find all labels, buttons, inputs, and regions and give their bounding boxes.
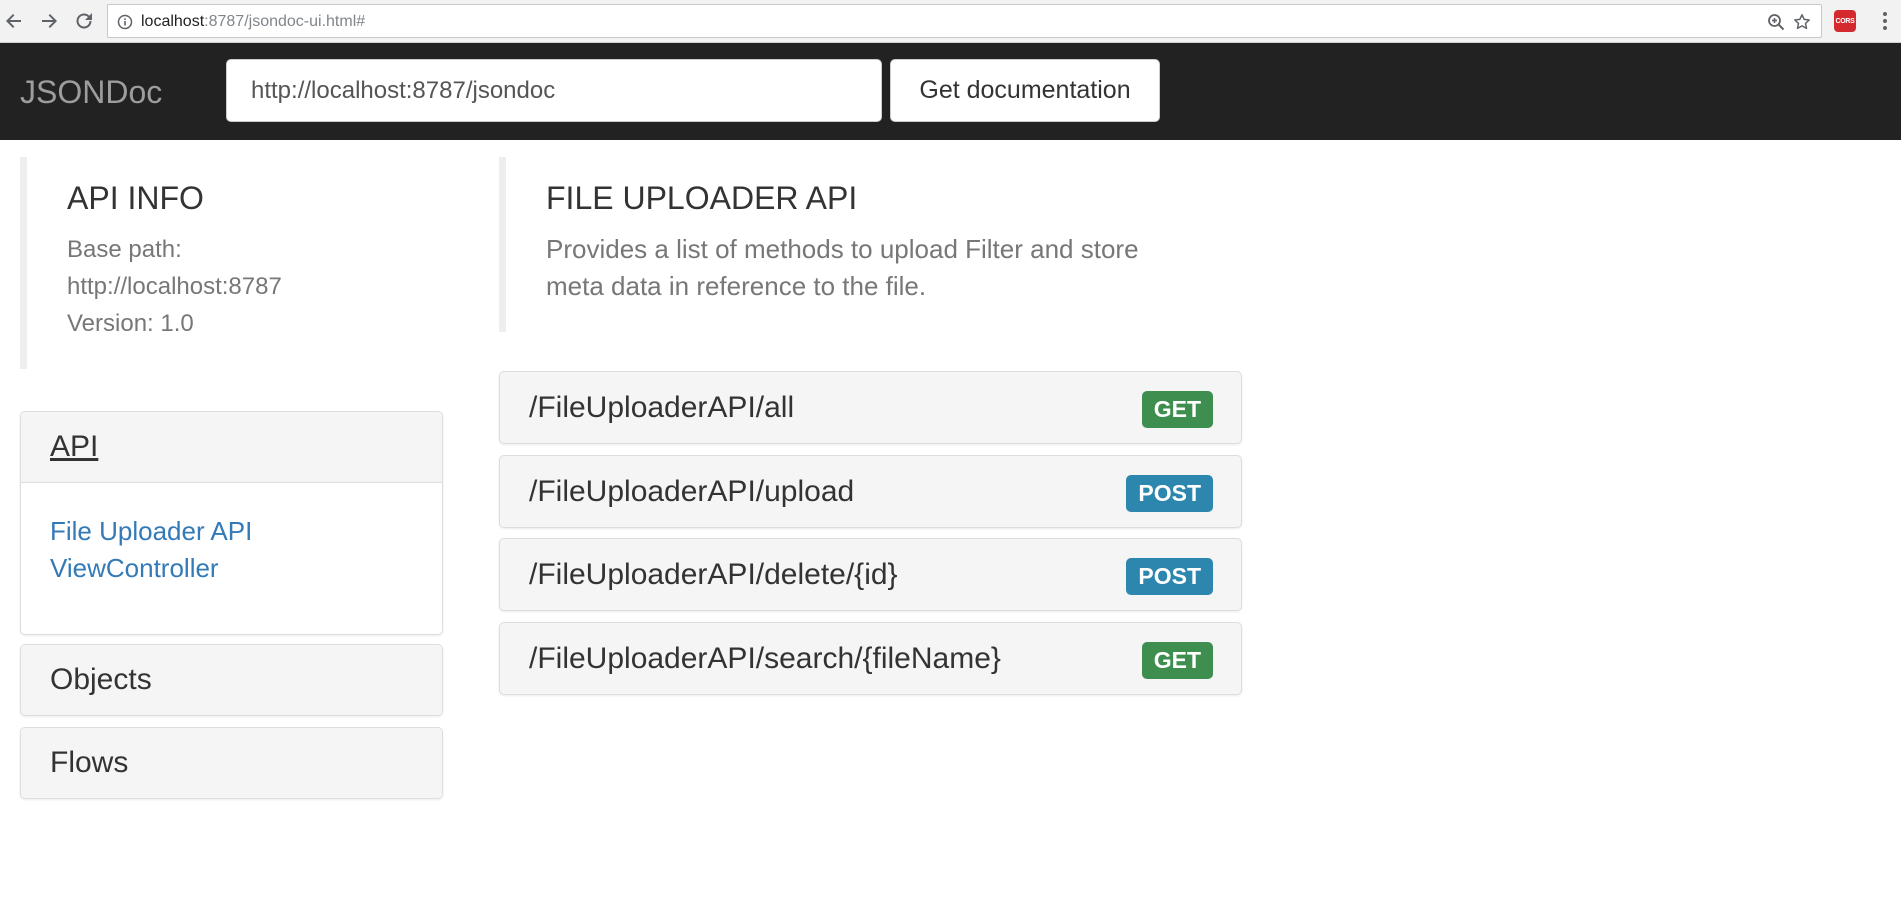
method-verb-badge: POST [1126,475,1213,512]
url-path: :8787/jsondoc-ui.html# [204,13,366,30]
navbar: JSONDoc Get documentation [0,43,1901,140]
url-host: localhost [141,13,205,30]
base-path-label: Base path: [67,236,182,263]
browser-menu-icon[interactable] [1876,9,1894,33]
api-panel-heading[interactable]: API [21,412,442,483]
info-icon [117,14,133,30]
flows-panel-heading[interactable]: Flows [21,728,442,798]
method-row[interactable]: /FileUploaderAPI/delete/{id} POST [499,538,1242,611]
api-panel: API File Uploader API ViewController [20,411,443,635]
api-description-block: FILE UPLOADER API Provides a list of met… [499,157,1199,332]
bookmark-star-icon[interactable] [1793,13,1811,31]
method-verb-badge: GET [1141,391,1213,428]
address-bar[interactable]: localhost:8787/jsondoc-ui.html# [107,4,1822,38]
objects-panel-heading[interactable]: Objects [21,645,442,715]
method-path: /FileUploaderAPI/search/{fileName} [529,642,1001,675]
method-verb-badge: POST [1126,558,1213,595]
method-row[interactable]: /FileUploaderAPI/search/{fileName} GET [499,622,1242,695]
api-link-view-controller[interactable]: ViewController [50,550,413,587]
cors-extension-icon[interactable]: CORS [1834,10,1856,32]
jsondoc-url-input[interactable] [226,59,882,122]
method-row[interactable]: /FileUploaderAPI/upload POST [499,455,1242,528]
forward-button[interactable] [37,9,61,33]
api-info-block: API INFO Base path: http://localhost:878… [20,157,450,369]
reload-button[interactable] [72,9,96,33]
flows-panel: Flows [20,727,443,799]
arrow-left-icon [6,14,21,28]
arrow-right-icon [42,14,57,28]
api-panel-toggle[interactable]: API [50,430,98,464]
brand-logo[interactable]: JSONDoc [20,73,162,111]
api-link-file-uploader[interactable]: File Uploader API [50,513,413,550]
objects-panel: Objects [20,644,443,716]
method-row[interactable]: /FileUploaderAPI/all GET [499,371,1242,444]
get-documentation-button[interactable]: Get documentation [890,59,1160,122]
api-info-title: API INFO [67,180,204,216]
address-url: localhost:8787/jsondoc-ui.html# [141,12,365,32]
version-text: Version: 1.0 [67,310,194,337]
method-path: /FileUploaderAPI/all [529,391,795,424]
method-path: /FileUploaderAPI/delete/{id} [529,558,898,591]
reload-icon [76,13,92,29]
back-button[interactable] [2,9,26,33]
api-title: FILE UPLOADER API [546,180,858,216]
base-path-value: http://localhost:8787 [67,273,282,300]
method-path: /FileUploaderAPI/upload [529,475,855,508]
method-verb-badge: GET [1141,642,1213,679]
api-panel-body: File Uploader API ViewController [21,483,442,587]
browser-toolbar: localhost:8787/jsondoc-ui.html# CORS [0,0,1901,43]
zoom-icon[interactable] [1767,13,1785,31]
api-description: Provides a list of methods to upload Fil… [546,234,1139,301]
